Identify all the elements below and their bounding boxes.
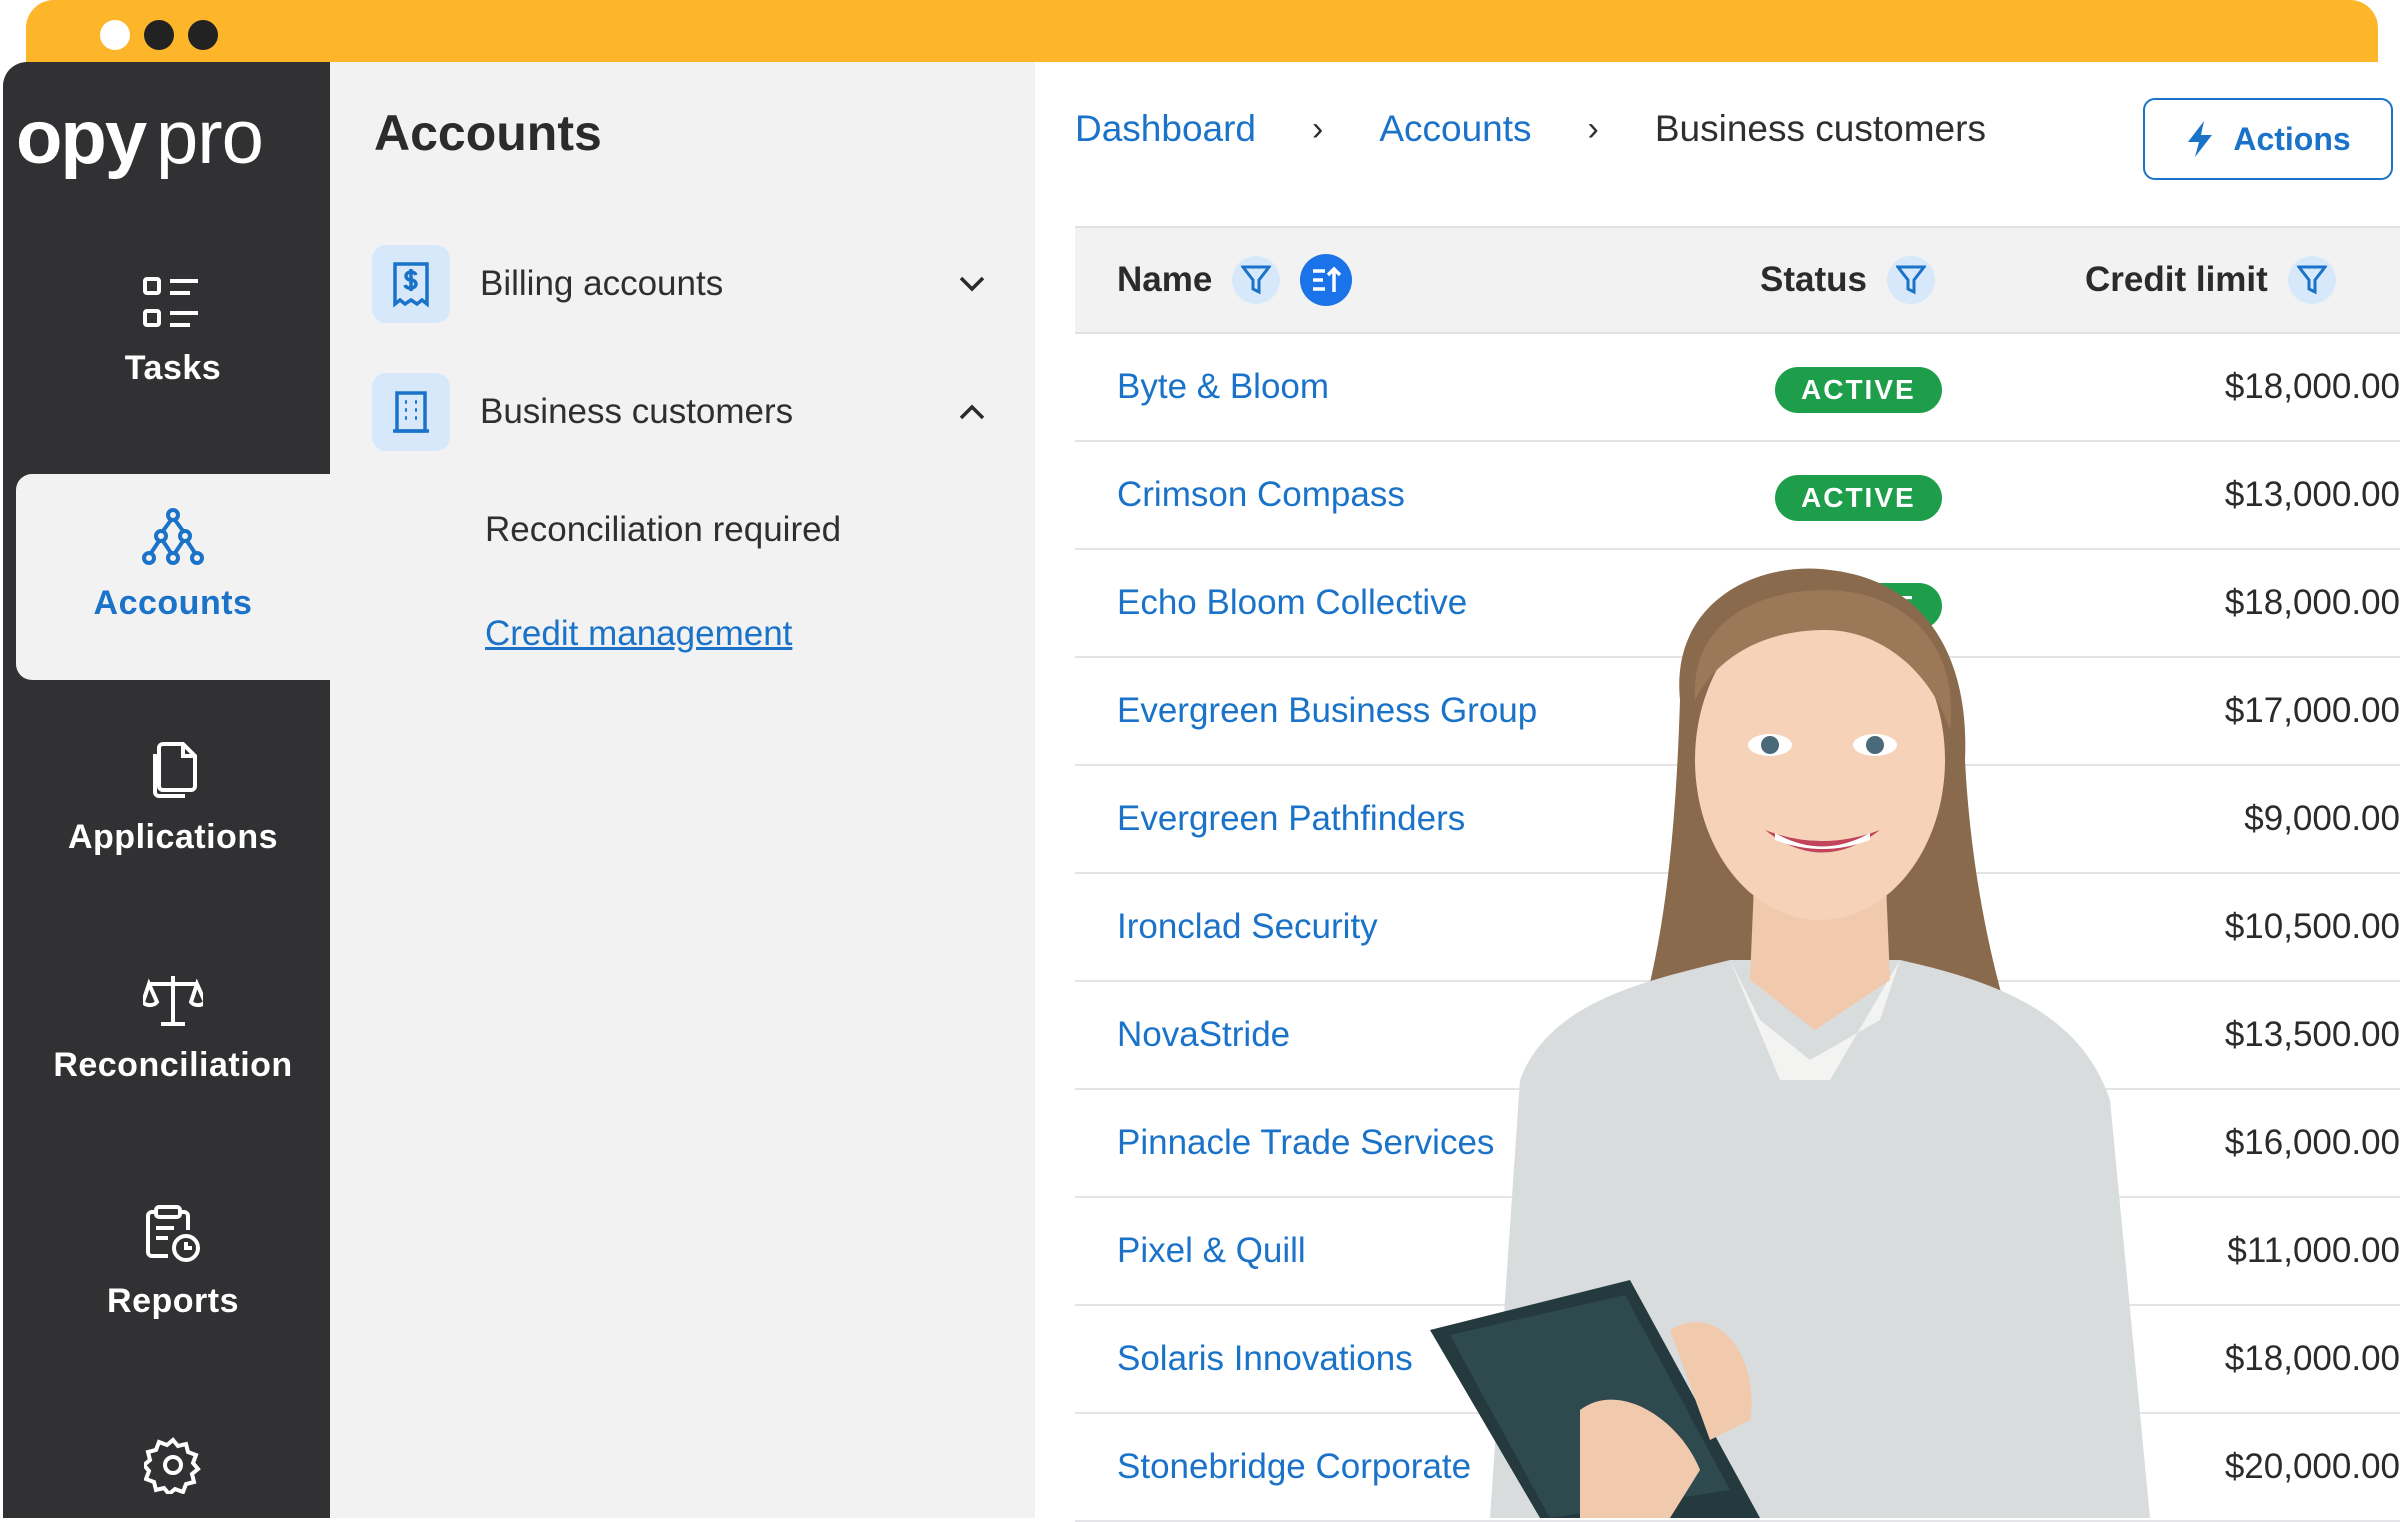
column-header-name[interactable]: Name <box>1117 228 1353 332</box>
customer-name-link[interactable]: NovaStride <box>1117 982 1290 1088</box>
breadcrumb-separator: › <box>1312 109 1324 148</box>
customer-name-link[interactable]: Echo Bloom Collective <box>1117 550 1467 656</box>
actions-button[interactable]: Actions <box>2143 98 2393 180</box>
column-header-credit-limit[interactable]: Credit limit <box>2085 228 2336 332</box>
app-window: opy pro Tasks Accounts Applications Reco… <box>0 0 2400 1522</box>
sidebar-item-applications[interactable]: Applications <box>16 740 330 857</box>
credit-limit-value: $18,000.00 <box>2224 367 2400 406</box>
breadcrumb-accounts[interactable]: Accounts <box>1379 108 1531 150</box>
building-icon-box <box>372 373 450 451</box>
breadcrumb: Dashboard › Accounts › Business customer… <box>1075 108 1986 150</box>
filter-icon[interactable] <box>2287 256 2336 304</box>
receipt-dollar-icon <box>393 262 429 308</box>
sidebar-label-reconciliation: Reconciliation <box>53 1046 293 1084</box>
table-header: Name Status Credit limit <box>1075 226 2400 334</box>
filter-icon[interactable] <box>1232 256 1281 304</box>
customer-name-link[interactable]: Ironclad Security <box>1117 874 1378 980</box>
actions-button-label: Actions <box>2233 120 2351 157</box>
subnav-reconciliation-required[interactable]: Reconciliation required <box>485 510 841 550</box>
gear-icon <box>144 1437 201 1494</box>
column-name-label: Name <box>1117 260 1213 299</box>
chevron-down-icon[interactable] <box>952 264 992 304</box>
status-badge: ACTIVE <box>1775 475 1942 521</box>
column-header-status[interactable]: Status <box>1760 228 1935 332</box>
building-icon <box>393 391 429 433</box>
sort-ascending-icon[interactable] <box>1300 254 1353 306</box>
sidebar-label-tasks: Tasks <box>124 349 222 387</box>
tasks-icon <box>143 277 198 327</box>
sidebar-item-accounts[interactable]: Accounts <box>16 474 330 680</box>
applications-icon <box>153 742 197 798</box>
subnav-billing-accounts-label: Billing accounts <box>480 264 724 303</box>
column-status-label: Status <box>1760 260 1867 299</box>
breadcrumb-separator: › <box>1587 109 1599 148</box>
sidebar-item-settings[interactable] <box>16 1436 330 1512</box>
breadcrumb-dashboard[interactable]: Dashboard <box>1075 108 1256 150</box>
subnav-title: Accounts <box>374 105 602 161</box>
filter-icon[interactable] <box>1886 256 1935 304</box>
sidebar-label-applications: Applications <box>67 818 279 856</box>
customer-name-link[interactable]: Stonebridge Corporate <box>1117 1414 1471 1520</box>
breadcrumb-current: Business customers <box>1654 108 1986 149</box>
table-row[interactable]: Byte & Bloom ACTIVE $18,000.00 <box>1075 334 2400 442</box>
window-dot-minimize[interactable] <box>144 20 174 50</box>
accounts-subnav: Accounts Billing accounts Business custo… <box>330 62 1035 1518</box>
reports-icon <box>146 1205 200 1262</box>
customer-name-link[interactable]: Evergreen Pathfinders <box>1117 766 1465 872</box>
svg-text:pro: pro <box>156 105 263 180</box>
sidebar-label-accounts: Accounts <box>93 584 253 622</box>
lightning-icon <box>2188 121 2213 157</box>
sidebar-item-tasks[interactable]: Tasks <box>16 275 330 388</box>
receipt-dollar-icon-box <box>372 245 450 323</box>
customer-name-link[interactable]: Crimson Compass <box>1117 442 1405 548</box>
scale-icon <box>143 976 203 1026</box>
chevron-up-icon[interactable] <box>952 392 992 432</box>
window-titlebar <box>26 0 2378 62</box>
window-dot-maximize[interactable] <box>188 20 218 50</box>
window-controls <box>100 20 218 50</box>
person-with-tablet-photo <box>1430 568 2150 1518</box>
sidebar-label-reports: Reports <box>107 1282 239 1320</box>
subnav-business-customers[interactable]: Business customers <box>372 372 992 452</box>
window-dot-close[interactable] <box>100 20 130 50</box>
customer-name-link[interactable]: Solaris Innovations <box>1117 1306 1413 1412</box>
subnav-credit-management-link[interactable]: Credit management <box>485 614 792 654</box>
status-badge: ACTIVE <box>1775 367 1942 413</box>
customer-name-link[interactable]: Byte & Bloom <box>1117 334 1329 440</box>
sidebar-item-reports[interactable]: Reports <box>16 1204 330 1321</box>
opypro-logo: opy pro <box>16 105 264 180</box>
credit-limit-value: $13,000.00 <box>2224 475 2400 514</box>
column-credit-limit-label: Credit limit <box>2085 260 2268 299</box>
sidebar-item-reconciliation[interactable]: Reconciliation <box>16 972 330 1085</box>
svg-text:opy: opy <box>16 105 147 180</box>
subnav-billing-accounts[interactable]: Billing accounts <box>372 244 992 324</box>
customer-name-link[interactable]: Pixel & Quill <box>1117 1198 1306 1304</box>
accounts-icon <box>142 508 204 565</box>
table-row[interactable]: Crimson Compass ACTIVE $13,000.00 <box>1075 442 2400 550</box>
subnav-business-customers-label: Business customers <box>480 392 794 431</box>
